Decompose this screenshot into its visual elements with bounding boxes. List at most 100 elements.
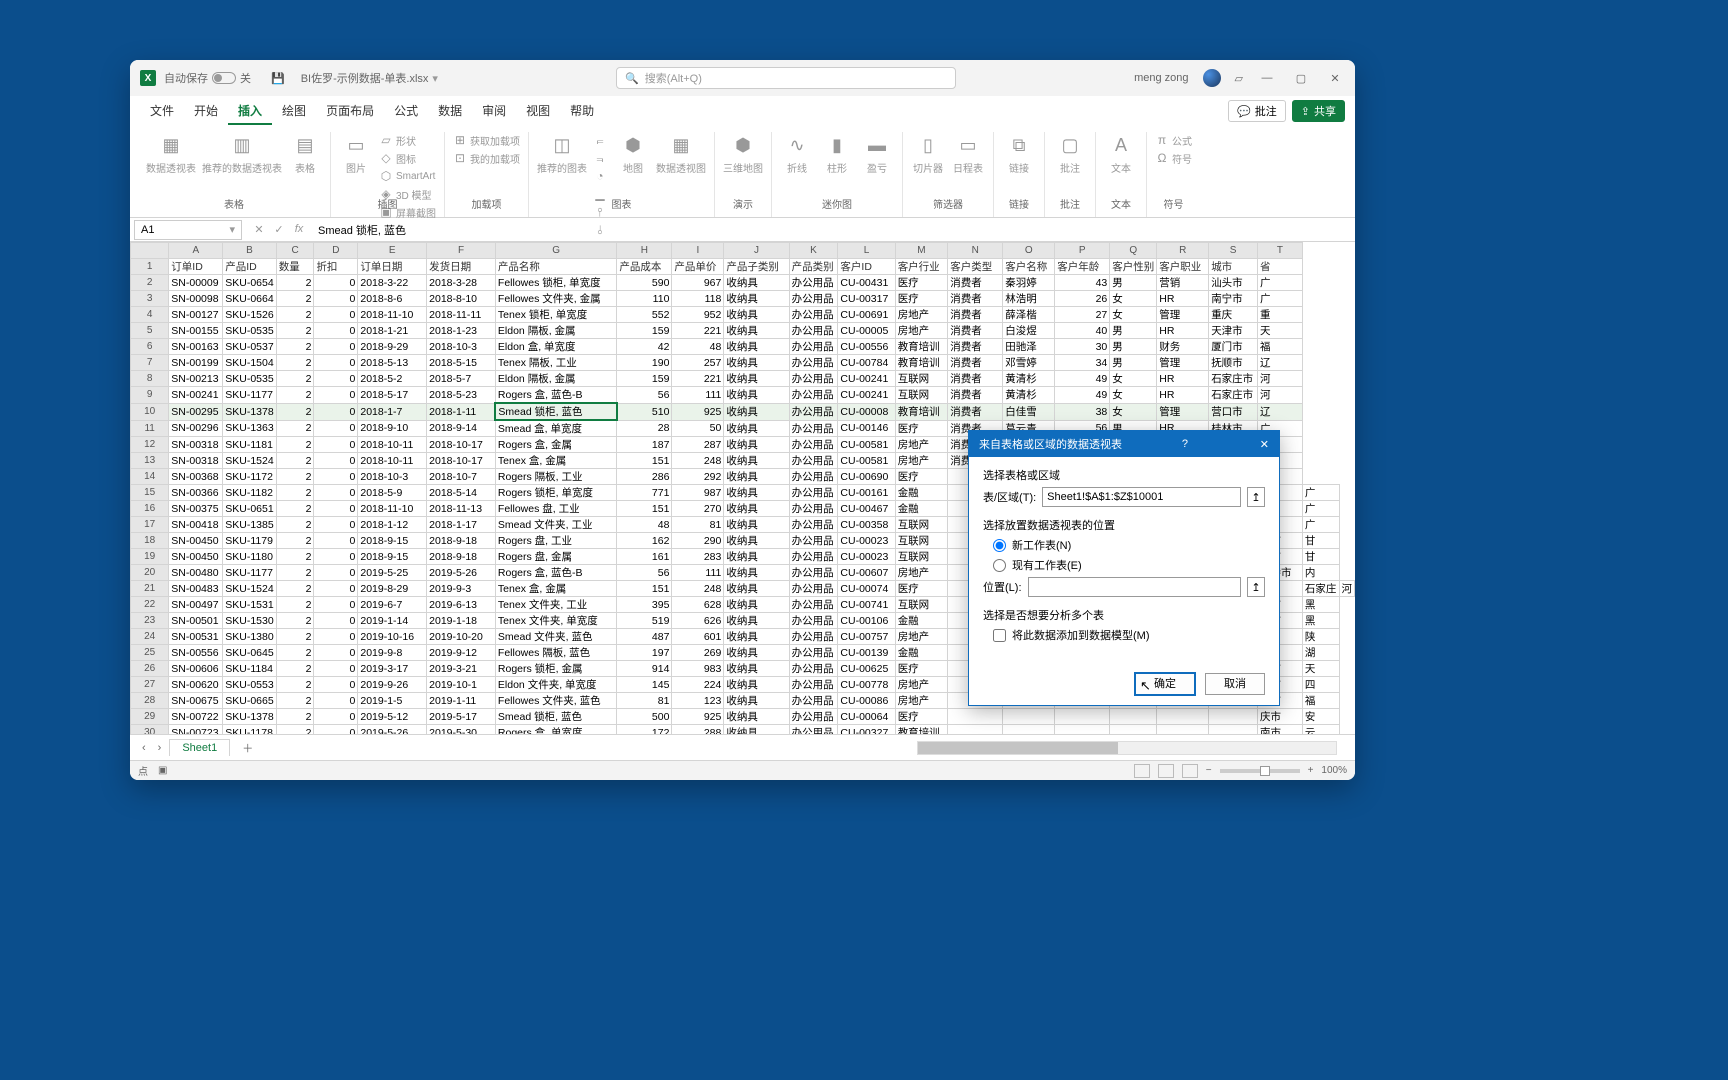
- cell[interactable]: 0: [314, 581, 358, 597]
- cell[interactable]: 办公用品: [789, 597, 838, 613]
- cell[interactable]: 161: [617, 549, 672, 565]
- cell[interactable]: 四: [1302, 677, 1339, 693]
- field-header[interactable]: 产品单价: [672, 259, 724, 275]
- cell[interactable]: 0: [314, 371, 358, 387]
- cell[interactable]: 2018-9-15: [358, 533, 427, 549]
- cell[interactable]: 2019-1-5: [358, 693, 427, 709]
- cell[interactable]: 办公用品: [789, 275, 838, 291]
- cell[interactable]: 2: [276, 517, 314, 533]
- row-header[interactable]: 7: [131, 355, 169, 371]
- cell[interactable]: 广: [1302, 517, 1339, 533]
- cell[interactable]: 收纳具: [724, 661, 789, 677]
- row-header[interactable]: 3: [131, 291, 169, 307]
- cell[interactable]: 2018-8-6: [358, 291, 427, 307]
- cell[interactable]: CU-00741: [838, 597, 895, 613]
- cell[interactable]: Tenex 文件夹, 工业: [495, 597, 616, 613]
- ribbon-日程表[interactable]: ▭日程表: [951, 132, 985, 175]
- cell[interactable]: 云: [1302, 725, 1339, 735]
- ribbon-盈亏[interactable]: ▬盈亏: [860, 132, 894, 175]
- cell[interactable]: 收纳具: [724, 581, 789, 597]
- cell[interactable]: SN-00213: [169, 371, 223, 387]
- sheet-nav-prev[interactable]: ‹: [138, 742, 150, 754]
- cell[interactable]: 2: [276, 597, 314, 613]
- cell[interactable]: 2019-5-12: [358, 709, 427, 725]
- radio-existing-sheet[interactable]: 现有工作表(E): [993, 557, 1265, 573]
- cell[interactable]: 消费者: [948, 275, 1003, 291]
- row-header[interactable]: 28: [131, 693, 169, 709]
- ribbon-公式[interactable]: π公式: [1155, 132, 1192, 148]
- cell[interactable]: 消费者: [948, 323, 1003, 339]
- cell[interactable]: CU-00008: [838, 403, 895, 420]
- cell[interactable]: 办公用品: [789, 549, 838, 565]
- check-data-model[interactable]: 将此数据添加到数据模型(M): [993, 627, 1265, 643]
- cell[interactable]: SN-00723: [169, 725, 223, 735]
- zoom-in-button[interactable]: +: [1308, 765, 1314, 776]
- cell[interactable]: 56: [617, 387, 672, 404]
- cell[interactable]: CU-00146: [838, 420, 895, 437]
- cell[interactable]: 汕头市: [1209, 275, 1258, 291]
- cell[interactable]: 118: [672, 291, 724, 307]
- field-header[interactable]: 客户年龄: [1055, 259, 1110, 275]
- cell[interactable]: 2019-1-14: [358, 613, 427, 629]
- cell[interactable]: 收纳具: [724, 275, 789, 291]
- cell[interactable]: HR: [1157, 387, 1209, 404]
- cell[interactable]: 辽: [1258, 355, 1303, 371]
- cell[interactable]: Fellowes 文件夹, 金属: [495, 291, 616, 307]
- cell[interactable]: SKU-0645: [223, 645, 276, 661]
- cell[interactable]: 0: [314, 275, 358, 291]
- row-header[interactable]: 26: [131, 661, 169, 677]
- cell[interactable]: 0: [314, 517, 358, 533]
- col-header[interactable]: H: [617, 243, 672, 259]
- menu-tab-审阅[interactable]: 审阅: [472, 98, 516, 125]
- save-icon[interactable]: 💾: [271, 72, 285, 85]
- cell[interactable]: CU-00625: [838, 661, 895, 677]
- cell[interactable]: 2019-8-29: [358, 581, 427, 597]
- cell[interactable]: 0: [314, 613, 358, 629]
- cell[interactable]: [1055, 725, 1110, 735]
- cell[interactable]: 2019-3-21: [427, 661, 496, 677]
- cell[interactable]: 医疗: [895, 709, 948, 725]
- cell[interactable]: 重庆: [1209, 307, 1258, 323]
- cell[interactable]: 安: [1302, 709, 1339, 725]
- cell[interactable]: SN-00375: [169, 501, 223, 517]
- cell[interactable]: 医疗: [895, 420, 948, 437]
- cell[interactable]: CU-00581: [838, 437, 895, 453]
- cell[interactable]: 收纳具: [724, 291, 789, 307]
- ribbon-获取加载项[interactable]: ⊞获取加载项: [453, 132, 520, 148]
- cell[interactable]: Eldon 文件夹, 单宽度: [495, 677, 616, 693]
- zoom-out-button[interactable]: −: [1206, 765, 1212, 776]
- cell[interactable]: SKU-1378: [223, 403, 276, 420]
- cell[interactable]: CU-00556: [838, 339, 895, 355]
- cell[interactable]: 黑: [1302, 597, 1339, 613]
- share-button[interactable]: ⇪ 共享: [1292, 100, 1345, 122]
- cell[interactable]: 男: [1110, 275, 1157, 291]
- menu-tab-数据[interactable]: 数据: [428, 98, 472, 125]
- cell[interactable]: Fellowes 盘, 工业: [495, 501, 616, 517]
- field-header[interactable]: 产品ID: [223, 259, 276, 275]
- col-header[interactable]: K: [789, 243, 838, 259]
- field-header[interactable]: 产品名称: [495, 259, 616, 275]
- cell[interactable]: 2018-9-14: [427, 420, 496, 437]
- cell[interactable]: HR: [1157, 323, 1209, 339]
- row-header[interactable]: 11: [131, 420, 169, 437]
- ribbon-形状[interactable]: ▱形状: [379, 132, 436, 148]
- row-header[interactable]: 24: [131, 629, 169, 645]
- field-header[interactable]: 发货日期: [427, 259, 496, 275]
- cell[interactable]: 2019-9-12: [427, 645, 496, 661]
- col-header[interactable]: T: [1258, 243, 1303, 259]
- cell[interactable]: 南宁市: [1209, 291, 1258, 307]
- cell[interactable]: 286: [617, 469, 672, 485]
- cell[interactable]: SKU-1530: [223, 613, 276, 629]
- cell[interactable]: SKU-1363: [223, 420, 276, 437]
- cell[interactable]: 消费者: [948, 403, 1003, 420]
- cell[interactable]: Rogers 锁柜, 单宽度: [495, 485, 616, 501]
- cell[interactable]: HR: [1157, 291, 1209, 307]
- cell[interactable]: 2019-1-18: [427, 613, 496, 629]
- cell[interactable]: Eldon 盒, 单宽度: [495, 339, 616, 355]
- cell[interactable]: [1209, 709, 1258, 725]
- cell[interactable]: CU-00607: [838, 565, 895, 581]
- cell[interactable]: 收纳具: [724, 485, 789, 501]
- cell[interactable]: 福: [1258, 339, 1303, 355]
- cell[interactable]: Smead 盒, 单宽度: [495, 420, 616, 437]
- cell[interactable]: 办公用品: [789, 387, 838, 404]
